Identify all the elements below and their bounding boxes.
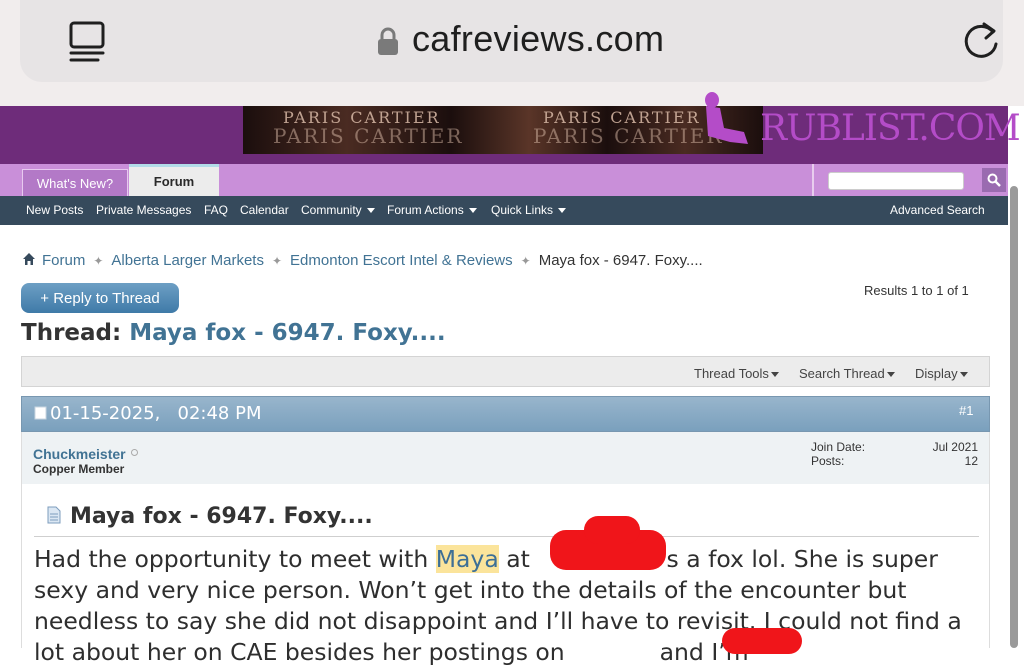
post-text-segment: Had the opportunity to meet with (34, 545, 436, 573)
url-text[interactable]: cafreviews.com (412, 18, 664, 60)
breadcrumb-separator-icon: ✦ (520, 254, 531, 268)
nav-calendar[interactable]: Calendar (240, 203, 289, 217)
page-title: Thread: Maya fox - 6947. Foxy.... (21, 320, 446, 346)
redaction-mark (722, 628, 802, 654)
reload-icon[interactable] (960, 18, 1002, 62)
breadcrumb-edmonton[interactable]: Edmonton Escort Intel & Reviews (290, 252, 513, 269)
post-content: Had the opportunity to meet with Maya at… (34, 544, 979, 668)
breadcrumb-forum[interactable]: Forum (42, 252, 85, 269)
ad-text: PARIS CARTIER (533, 124, 724, 148)
nav-quick-links[interactable]: Quick Links (491, 203, 567, 217)
chevron-down-icon (558, 208, 567, 214)
chevron-down-icon (366, 208, 375, 214)
nav-community[interactable]: Community (301, 203, 375, 217)
nav-private-messages[interactable]: Private Messages (96, 203, 191, 217)
search-input[interactable] (828, 172, 964, 190)
nav-community-label: Community (301, 203, 362, 217)
thread-tools-menu[interactable]: Thread Tools (694, 366, 779, 381)
address-bar[interactable]: cafreviews.com (20, 0, 1003, 82)
lock-icon (378, 27, 398, 55)
post-date: 01-15-2025, 02:48 PM (34, 403, 262, 424)
nav-advanced-search[interactable]: Advanced Search (890, 203, 985, 217)
breadcrumb-alberta[interactable]: Alberta Larger Markets (111, 252, 264, 269)
username-link[interactable]: Chuckmeister (33, 446, 138, 462)
breadcrumb: Forum ✦ Alberta Larger Markets ✦ Edmonton Es… (22, 252, 703, 269)
nav-faq[interactable]: FAQ (204, 203, 228, 217)
username-text: Chuckmeister (33, 446, 126, 462)
chevron-down-icon (959, 372, 968, 378)
browser-toolbar: cafreviews.com (0, 0, 1024, 106)
thread-tools-label: Thread Tools (694, 366, 769, 381)
document-icon (47, 506, 61, 524)
tabs-icon[interactable] (68, 20, 106, 62)
sponsor-logo[interactable]: RUBLIST.COM (760, 108, 1021, 149)
user-title: Copper Member (33, 462, 125, 476)
post-title: Maya fox - 6947. Foxy.... (46, 504, 373, 529)
breadcrumb-separator-icon: ✦ (93, 254, 104, 268)
nav-forum-actions-label: Forum Actions (387, 203, 464, 217)
post-date-text: 01-15-2025, (50, 403, 161, 424)
thread-tools-bar: Thread Tools Search Thread Display (21, 356, 990, 387)
join-date-value: Jul 2021 (932, 440, 978, 454)
scrollbar[interactable] (1010, 186, 1018, 648)
post-time-text: 02:48 PM (177, 403, 262, 424)
post-title-text: Maya fox - 6947. Foxy.... (70, 504, 373, 529)
tab-whats-new[interactable]: What's New? (22, 169, 128, 196)
display-menu[interactable]: Display (915, 366, 968, 381)
post-header: 01-15-2025, 02:48 PM #1 (21, 396, 990, 432)
sponsor-logo-figure (705, 92, 748, 144)
tab-forum[interactable]: Forum (129, 164, 219, 196)
thread-title-link[interactable]: Maya fox - 6947. Foxy.... (129, 320, 445, 346)
chevron-down-icon (468, 208, 477, 214)
ad-banner[interactable]: PARIS CARTIER PARIS CARTIER PARIS CARTIE… (243, 106, 763, 154)
display-label: Display (915, 366, 958, 381)
chevron-down-icon (770, 372, 779, 378)
nav-bar: New Posts Private Messages FAQ Calendar … (0, 196, 1008, 225)
join-date-label: Join Date: (811, 440, 866, 454)
site-banner: PARIS CARTIER PARIS CARTIER PARIS CARTIE… (0, 92, 1021, 164)
results-count: Results 1 to 1 of 1 (864, 283, 969, 298)
post-text-segment: at (498, 545, 538, 573)
ad-text: PARIS CARTIER (273, 124, 464, 148)
user-info-bar: Chuckmeister Copper Member Join Date: Ju… (21, 432, 990, 484)
redaction-mark (584, 516, 640, 544)
highlighted-term[interactable]: Maya (435, 545, 499, 573)
search-icon (987, 173, 1001, 187)
post-icon (34, 406, 47, 420)
nav-forum-actions[interactable]: Forum Actions (387, 203, 477, 217)
nav-quick-links-label: Quick Links (491, 203, 554, 217)
search-thread-label: Search Thread (799, 366, 885, 381)
nav-new-posts[interactable]: New Posts (26, 203, 83, 217)
post-divider (34, 536, 979, 537)
post-body: Maya fox - 6947. Foxy.... Had the opport… (21, 484, 990, 666)
posts-label: Posts: (811, 454, 845, 468)
offline-status-icon (130, 449, 138, 456)
reply-to-thread-button[interactable]: + Reply to Thread (21, 283, 179, 313)
search-button[interactable] (982, 168, 1006, 192)
posts-value: 12 (964, 454, 978, 468)
chevron-down-icon (886, 372, 895, 378)
search-thread-menu[interactable]: Search Thread (799, 366, 895, 381)
thread-label: Thread: (21, 320, 122, 346)
post-number-link[interactable]: #1 (959, 403, 973, 418)
breadcrumb-separator-icon: ✦ (271, 254, 283, 268)
home-icon[interactable] (22, 252, 36, 266)
breadcrumb-current: Maya fox - 6947. Foxy.... (538, 252, 703, 269)
